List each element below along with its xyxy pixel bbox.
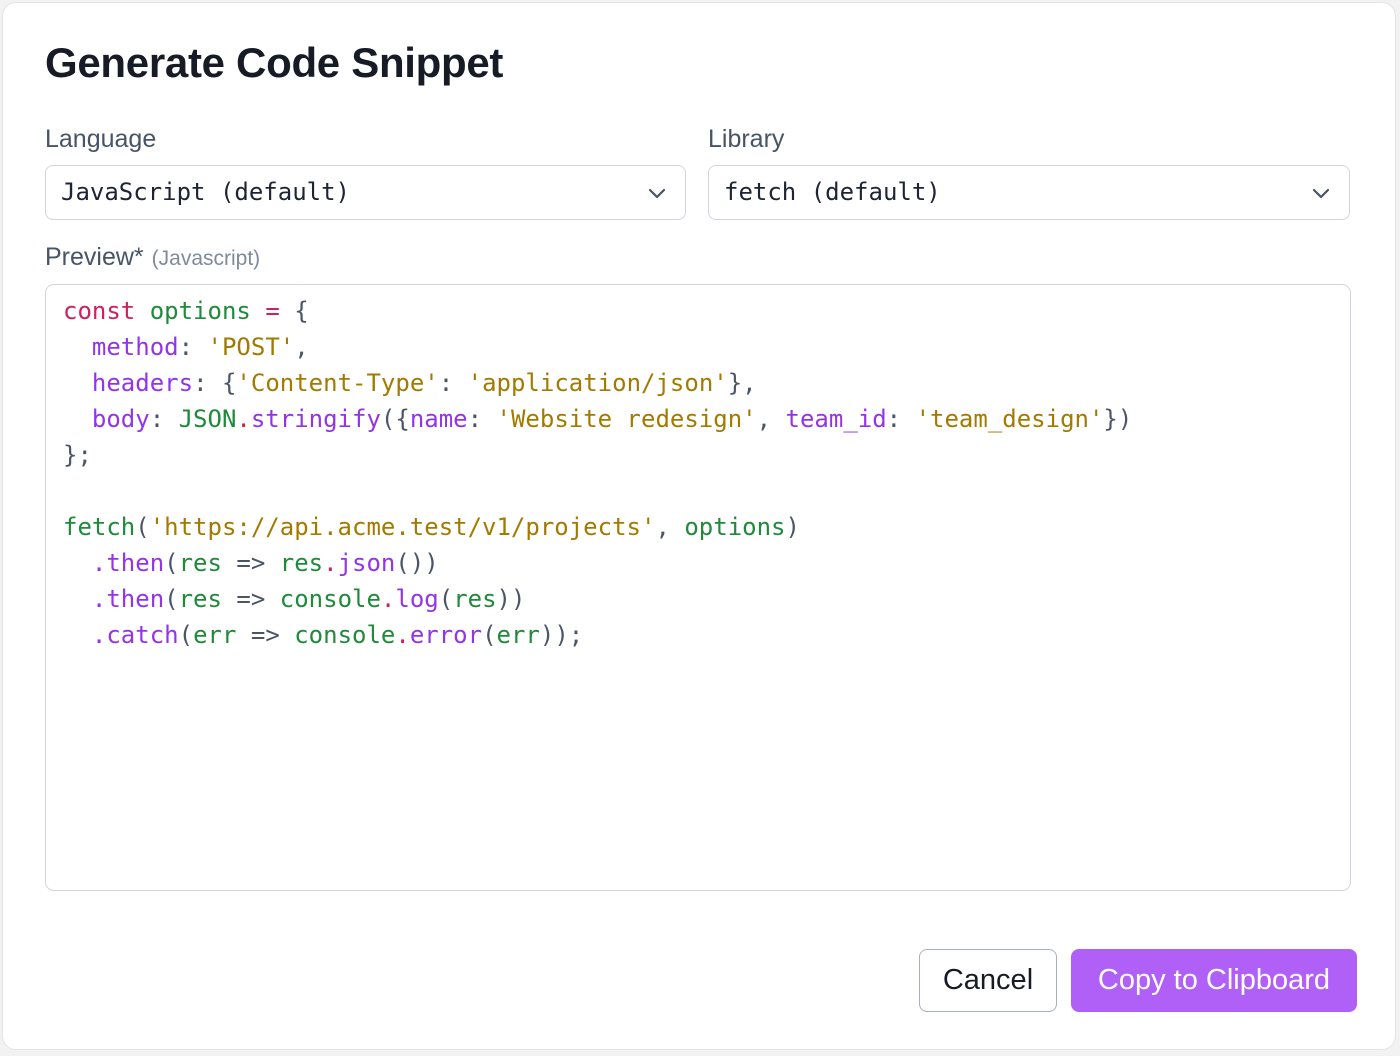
code-line: const options = { <box>63 293 1132 329</box>
code-token: , <box>294 333 309 361</box>
chevron-down-icon <box>1312 188 1330 199</box>
code-token: 'POST' <box>207 333 295 361</box>
code-token: err <box>193 621 237 649</box>
code-token: , <box>756 405 786 433</box>
code-token: .then <box>91 549 165 577</box>
code-token: : <box>149 405 179 433</box>
chevron-down-icon <box>648 188 666 199</box>
code-token: options <box>149 297 251 325</box>
code-token: { <box>279 297 309 325</box>
language-select[interactable]: JavaScript (default) <box>45 165 686 220</box>
code-token: res <box>178 585 222 613</box>
code-line: headers: {'Content-Type': 'application/j… <box>63 365 1132 401</box>
library-select-value: fetch (default) <box>724 178 941 206</box>
library-label: Library <box>708 125 785 153</box>
code-token: : <box>178 333 208 361</box>
code-token: console <box>294 621 396 649</box>
code-token: => <box>221 549 280 577</box>
code-token: res <box>453 585 497 613</box>
code-token: : <box>467 405 497 433</box>
code-token: error <box>409 621 483 649</box>
library-select[interactable]: fetch (default) <box>708 165 1350 220</box>
copy-to-clipboard-button[interactable]: Copy to Clipboard <box>1071 949 1357 1012</box>
code-token: )); <box>539 621 584 649</box>
code-token: => <box>236 621 295 649</box>
required-mark: * <box>133 243 144 271</box>
code-snippet-dialog: Generate Code Snippet Language JavaScrip… <box>2 2 1396 1050</box>
code-token: ( <box>164 585 179 613</box>
code-token: ({ <box>380 405 410 433</box>
code-token: headers <box>91 369 194 397</box>
code-line: .catch(err => console.error(err)); <box>63 617 1132 653</box>
code-token: ( <box>135 513 150 541</box>
code-token: 'Website redesign' <box>496 405 757 433</box>
code-token: name <box>409 405 468 433</box>
code-line: .then(res => console.log(res)) <box>63 581 1132 617</box>
code-token: . <box>395 621 410 649</box>
code-token: console <box>279 585 381 613</box>
code-token: .then <box>91 585 165 613</box>
code-token: team_id <box>785 405 887 433</box>
code-token: , <box>655 513 685 541</box>
code-line: body: JSON.stringify({name: 'Website red… <box>63 401 1132 437</box>
code-token: 'Content-Type' <box>236 369 439 397</box>
code-token: 'application/json' <box>467 369 728 397</box>
code-token: fetch <box>63 513 136 541</box>
code-token: : { <box>193 369 237 397</box>
code-token: json <box>337 549 396 577</box>
dialog-title: Generate Code Snippet <box>45 39 504 86</box>
cancel-button[interactable]: Cancel <box>919 949 1057 1012</box>
code-token: 'team_design' <box>915 405 1104 433</box>
code-token: options <box>684 513 786 541</box>
code-token: log <box>395 585 439 613</box>
code-token: res <box>279 549 324 577</box>
code-token: const <box>63 297 136 325</box>
code-line: }; <box>63 437 1132 473</box>
code-token: ( <box>164 549 179 577</box>
code-token: . <box>323 549 338 577</box>
code-token: ( <box>482 621 497 649</box>
code-token: }) <box>1103 405 1133 433</box>
language-select-value: JavaScript (default) <box>61 178 350 206</box>
code-token: err <box>496 621 540 649</box>
language-label: Language <box>45 125 157 153</box>
code-token: res <box>178 549 222 577</box>
code-token: ( <box>438 585 454 613</box>
code-token: ) <box>785 513 800 541</box>
code-token: stringify <box>250 405 381 433</box>
preview-language-hint: (Javascript) <box>151 247 261 270</box>
code-token: => <box>221 585 280 613</box>
code-token: 'https://api.acme.test/v1/projects' <box>149 513 656 541</box>
code-token: }; <box>63 441 92 469</box>
code-token: method <box>91 333 179 361</box>
code-token: = <box>265 297 280 325</box>
code-token: : <box>438 369 468 397</box>
code-token: ()) <box>395 549 439 577</box>
preview-label-text: Preview <box>45 243 134 271</box>
code-preview[interactable]: const options = { method: 'POST', header… <box>45 284 1351 891</box>
code-token: body <box>91 405 150 433</box>
code-line: fetch('https://api.acme.test/v1/projects… <box>63 509 1132 545</box>
code-token: )) <box>496 585 526 613</box>
code-token: : <box>886 405 916 433</box>
code-token: JSON <box>178 405 237 433</box>
code-token: }, <box>727 369 757 397</box>
code-line: method: 'POST', <box>63 329 1132 365</box>
code-token: . <box>380 585 396 613</box>
preview-label: Preview* (Javascript) <box>45 243 260 272</box>
code-token: .catch <box>91 621 179 649</box>
code-token: . <box>236 405 251 433</box>
code-block: const options = { method: 'POST', header… <box>63 293 1132 653</box>
code-line: .then(res => res.json()) <box>63 545 1132 581</box>
code-token: ( <box>178 621 194 649</box>
